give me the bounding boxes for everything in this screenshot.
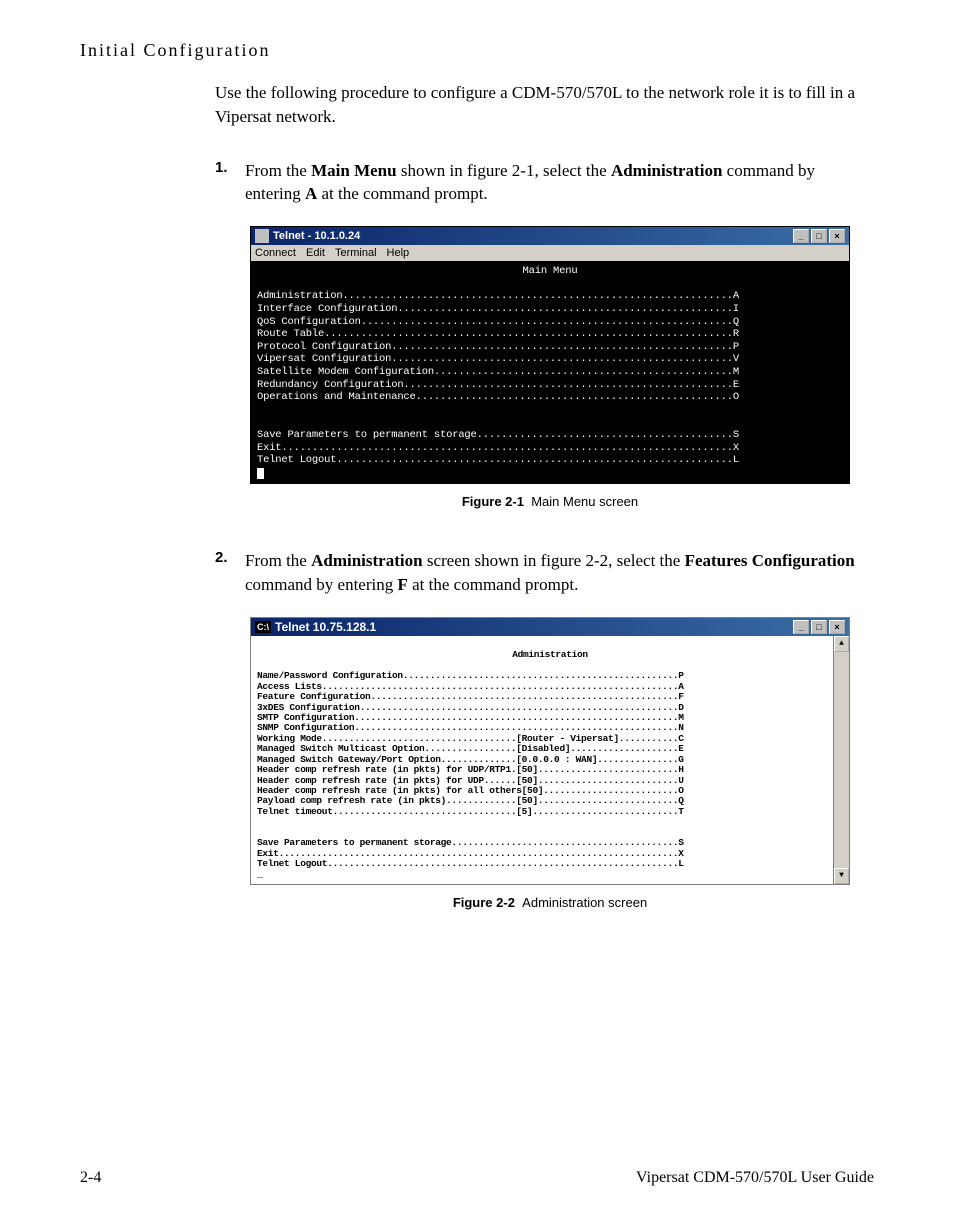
menu-line: Exit....................................… (257, 848, 684, 859)
minimize-button[interactable]: _ (793, 229, 809, 243)
maximize-button[interactable]: □ (811, 229, 827, 243)
telnet-window-1: Telnet - 10.1.0.24 _ □ × Connect Edit Te… (250, 226, 850, 484)
step-1: 1. From the Main Menu shown in figure 2-… (215, 159, 874, 207)
terminal-content: Administration Name/Password Configurati… (251, 636, 849, 884)
menu-help[interactable]: Help (387, 247, 410, 259)
window-title: Telnet - 10.1.0.24 (273, 230, 360, 242)
step-text-bold: Features Configuration (685, 551, 855, 570)
step-text-part: shown in figure 2-1, select the (397, 161, 611, 180)
menu-title: Main Menu (257, 265, 843, 278)
figure-2-container: C:\ Telnet 10.75.128.1 _ □ × Administrat… (250, 617, 874, 885)
menu-line: Name/Password Configuration.............… (257, 670, 684, 681)
menubar: Connect Edit Terminal Help (251, 245, 849, 261)
menu-title: Administration (257, 650, 843, 660)
titlebar-left: Telnet - 10.1.0.24 (255, 229, 360, 243)
menu-line: 3xDES Configuration.....................… (257, 702, 684, 713)
intro-paragraph: Use the following procedure to configure… (215, 81, 864, 129)
step-2: 2. From the Administration screen shown … (215, 549, 874, 597)
menu-edit[interactable]: Edit (306, 247, 325, 259)
terminal-wrap: Administration Name/Password Configurati… (251, 636, 849, 884)
menu-line: SMTP Configuration......................… (257, 712, 684, 723)
figure-text: Administration screen (522, 895, 647, 910)
window-title: Telnet 10.75.128.1 (275, 620, 376, 634)
menu-line: Telnet timeout..........................… (257, 806, 684, 817)
menu-line: Save Parameters to permanent storage....… (257, 429, 739, 441)
figure-1-container: Telnet - 10.1.0.24 _ □ × Connect Edit Te… (250, 226, 874, 484)
titlebar-left: C:\ Telnet 10.75.128.1 (255, 620, 376, 634)
menu-terminal[interactable]: Terminal (335, 247, 377, 259)
scroll-up-icon[interactable]: ▲ (834, 636, 849, 652)
step-text: From the Administration screen shown in … (245, 549, 874, 597)
menu-line: Route Table.............................… (257, 328, 739, 340)
minimize-button[interactable]: _ (793, 620, 809, 634)
step-number: 2. (215, 549, 245, 597)
menu-line: Telnet Logout...........................… (257, 858, 684, 869)
figure-text: Main Menu screen (531, 494, 638, 509)
menu-line: Telnet Logout...........................… (257, 454, 739, 466)
step-text-bold: Administration (311, 551, 422, 570)
menu-line: Payload comp refresh rate (in pkts).....… (257, 795, 684, 806)
menu-line: Header comp refresh rate (in pkts) for U… (257, 775, 684, 786)
window-titlebar: C:\ Telnet 10.75.128.1 _ □ × (251, 618, 849, 636)
menu-line: Administration..........................… (257, 290, 739, 302)
app-icon (255, 229, 269, 243)
menu-line: Header comp refresh rate (in pkts) for U… (257, 764, 684, 775)
scroll-down-icon[interactable]: ▼ (834, 868, 849, 884)
figure-1-caption: Figure 2-1 Main Menu screen (250, 494, 850, 509)
step-text-bold: A (305, 184, 317, 203)
window-controls: _ □ × (793, 229, 845, 243)
close-button[interactable]: × (829, 229, 845, 243)
telnet-window-2: C:\ Telnet 10.75.128.1 _ □ × Administrat… (250, 617, 850, 885)
menu-line: Satellite Modem Configuration...........… (257, 366, 739, 378)
scrollbar[interactable]: ▲ ▼ (833, 636, 849, 884)
menu-line: Managed Switch Multicast Option.........… (257, 743, 684, 754)
window-controls: _ □ × (793, 620, 845, 634)
window-titlebar: Telnet - 10.1.0.24 _ □ × (251, 227, 849, 245)
menu-line: Interface Configuration.................… (257, 303, 739, 315)
terminal-content: Main Menu Administration................… (251, 261, 849, 483)
step-text-part: From the (245, 551, 311, 570)
menu-line: Header comp refresh rate (in pkts) for a… (257, 785, 684, 796)
step-text: From the Main Menu shown in figure 2-1, … (245, 159, 874, 207)
figure-label: Figure 2-2 (453, 895, 515, 910)
menu-line: Operations and Maintenance..............… (257, 391, 739, 403)
menu-line: Protocol Configuration..................… (257, 341, 739, 353)
step-text-part: From the (245, 161, 311, 180)
close-button[interactable]: × (829, 620, 845, 634)
step-text-bold: Administration (611, 161, 722, 180)
menu-line: Working Mode............................… (257, 733, 684, 744)
menu-line: Vipersat Configuration..................… (257, 353, 739, 365)
menu-connect[interactable]: Connect (255, 247, 296, 259)
menu-line: Save Parameters to permanent storage....… (257, 837, 684, 848)
menu-line: SNMP Configuration......................… (257, 722, 684, 733)
step-number: 1. (215, 159, 245, 207)
menu-line: Access Lists............................… (257, 681, 684, 692)
menu-line: QoS Configuration.......................… (257, 316, 739, 328)
step-text-part: at the command prompt. (408, 575, 578, 594)
section-title: Initial Configuration (80, 40, 874, 61)
menu-line: Managed Switch Gateway/Port Option......… (257, 754, 684, 765)
page-number: 2-4 (80, 1169, 101, 1187)
doc-title: Vipersat CDM-570/570L User Guide (636, 1169, 874, 1187)
step-text-bold: Main Menu (311, 161, 396, 180)
step-text-part: command by entering (245, 575, 398, 594)
page-footer: 2-4 Vipersat CDM-570/570L User Guide (80, 1169, 874, 1187)
menu-line: Feature Configuration...................… (257, 691, 684, 702)
step-text-bold: F (398, 575, 408, 594)
menu-line: Redundancy Configuration................… (257, 379, 739, 391)
cursor-icon (257, 468, 264, 479)
step-text-part: screen shown in figure 2-2, select the (423, 551, 685, 570)
menu-line: Exit....................................… (257, 442, 739, 454)
cmd-icon: C:\ (255, 621, 271, 633)
step-text-part: at the command prompt. (317, 184, 487, 203)
figure-label: Figure 2-1 (462, 494, 524, 509)
figure-2-caption: Figure 2-2 Administration screen (250, 895, 850, 910)
maximize-button[interactable]: □ (811, 620, 827, 634)
